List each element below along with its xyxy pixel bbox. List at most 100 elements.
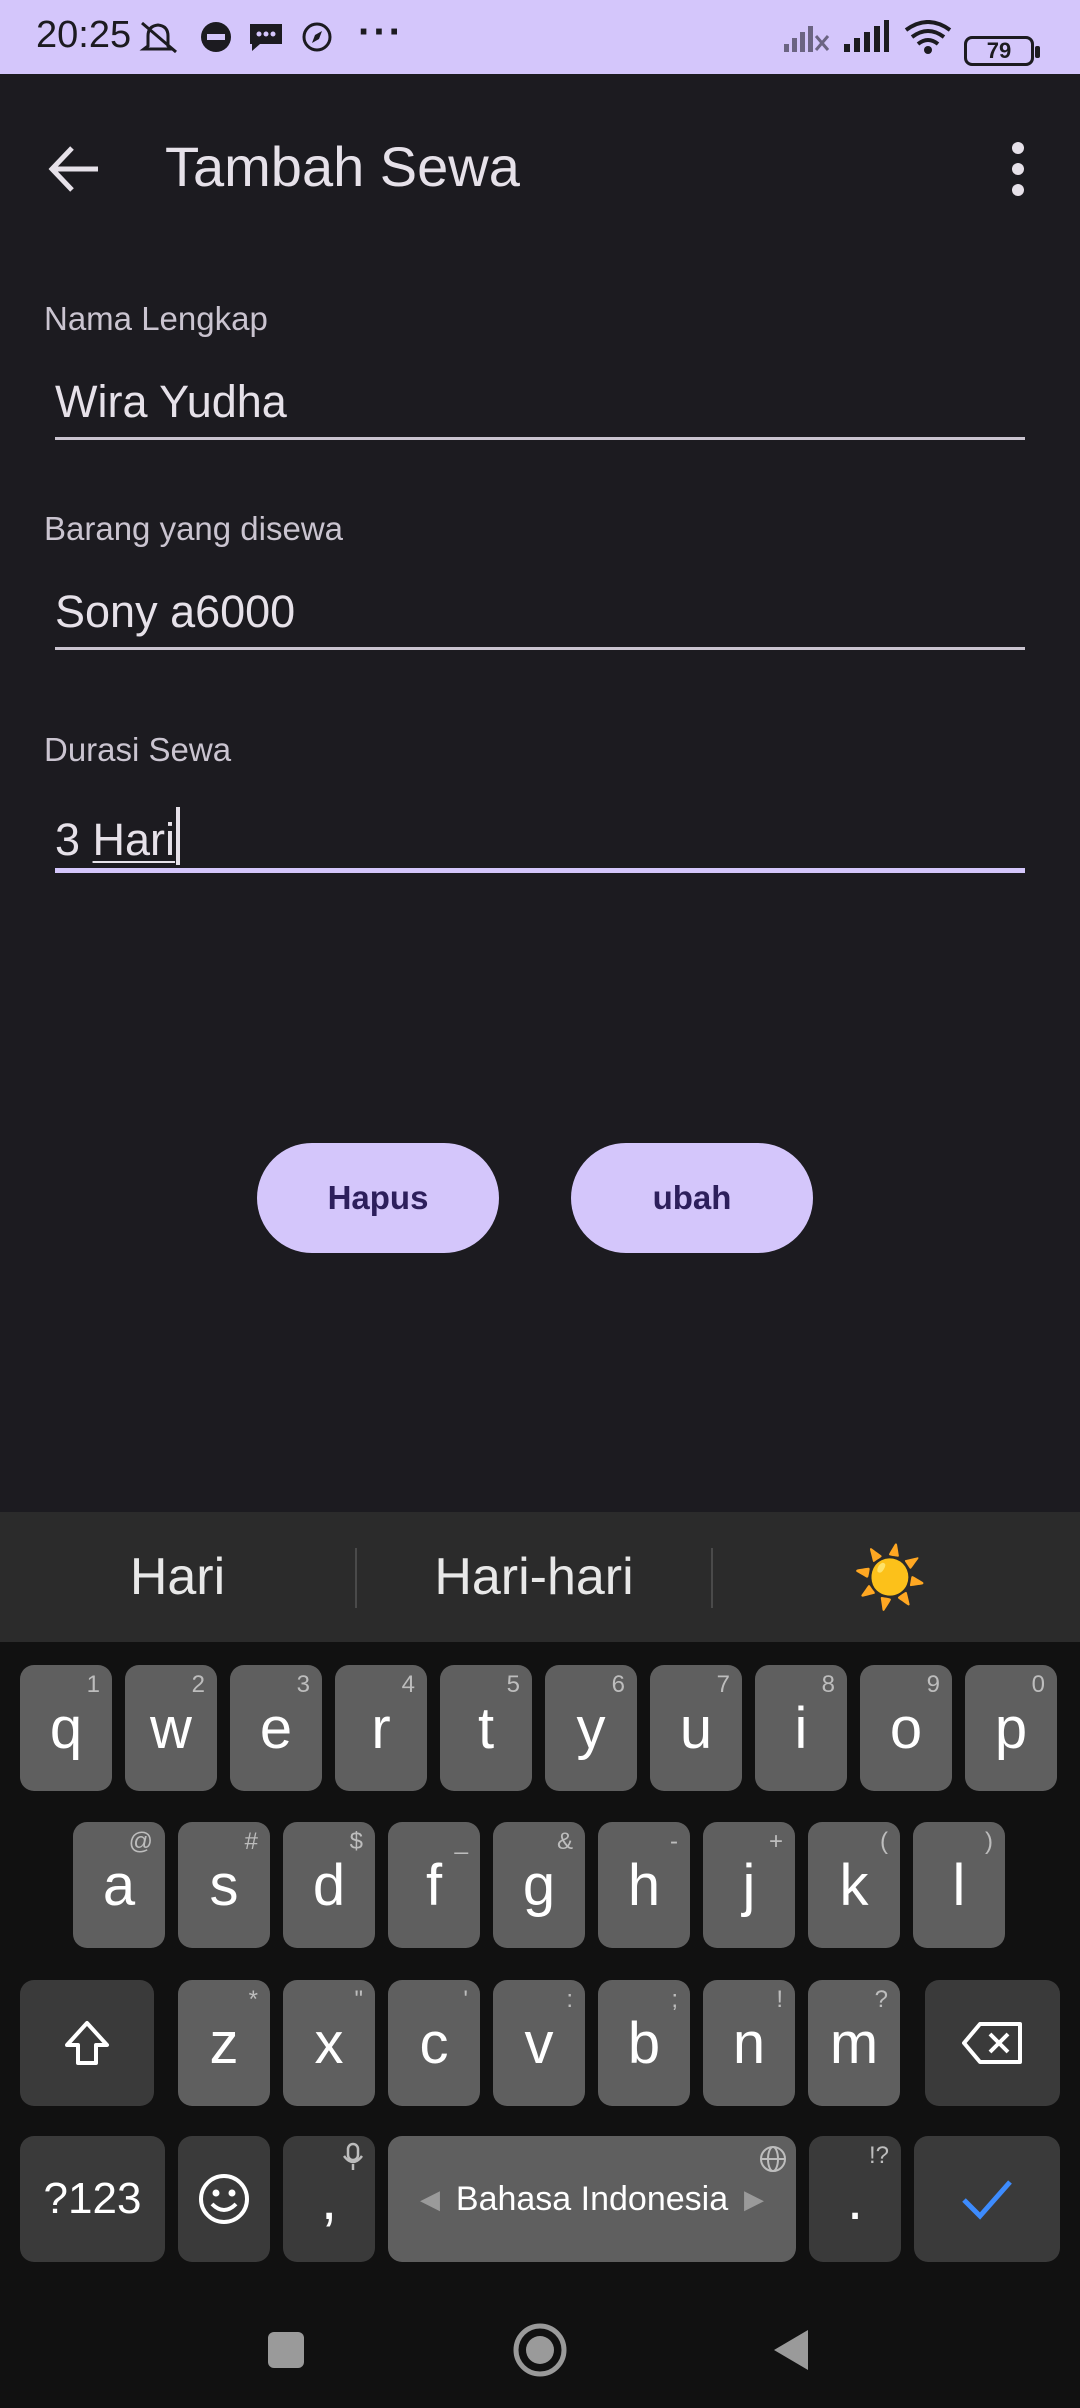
key-label: r (371, 1695, 391, 1761)
key-label: j (742, 1852, 756, 1918)
key-q[interactable]: 1q (20, 1665, 112, 1791)
key-label: s (209, 1852, 239, 1918)
key-hint: ! (776, 1986, 783, 2013)
key-label: i (794, 1695, 808, 1761)
update-button[interactable]: ubah (571, 1143, 813, 1253)
duration-value-prefix: 3 (55, 814, 93, 865)
key-n[interactable]: ! n (703, 1980, 795, 2106)
suggestion-1[interactable]: Hari (0, 1512, 355, 1642)
microphone-icon (343, 2142, 363, 2170)
key-u[interactable]: 7u (650, 1665, 742, 1791)
key-e[interactable]: 3e (230, 1665, 322, 1791)
key-hint: & (556, 1828, 573, 1855)
item-field-label: Barang yang disewa (44, 510, 344, 547)
key-label: n (732, 2010, 766, 2076)
key-label: u (679, 1695, 713, 1761)
key-i[interactable]: 8i (755, 1665, 847, 1791)
page-title: Tambah Sewa (165, 135, 520, 198)
key-label: b (627, 2010, 661, 2076)
screen: 20:25 ··· 79 Tambah Sewa Nama Lengkap Wi… (0, 0, 1080, 2408)
key-y[interactable]: 6y (545, 1665, 637, 1791)
sun-emoji-suggestion[interactable]: ☀️ (713, 1512, 1067, 1642)
item-field-value[interactable]: Sony a6000 (55, 586, 295, 638)
comma-label: , (320, 2166, 338, 2232)
name-field[interactable]: Nama Lengkap Wira Yudha (44, 300, 1036, 450)
key-w[interactable]: 2w (125, 1665, 217, 1791)
period-label: . (846, 2166, 864, 2232)
key-hint: @ (128, 1828, 153, 1855)
key-hint: " (354, 1986, 363, 2013)
keyboard: Hari Hari-hari ☀️ 1q2w3e4r5t6y7u8i9o0p @… (0, 1512, 1080, 2408)
key-l[interactable]: ) l (913, 1822, 1005, 1948)
key-hint: 2 (191, 1671, 205, 1698)
period-key[interactable]: . !? (809, 2136, 901, 2262)
key-label: q (49, 1695, 83, 1761)
emoji-key[interactable] (178, 2136, 270, 2262)
signal-weak-icon (784, 26, 830, 52)
done-key[interactable] (914, 2136, 1060, 2262)
space-key[interactable]: ◀ Bahasa Indonesia ▶ (388, 2136, 796, 2262)
arrow-left-icon[interactable] (40, 134, 110, 204)
status-bar: 20:25 ··· 79 (0, 0, 1080, 74)
key-s[interactable]: # s (178, 1822, 270, 1948)
smiley-icon (199, 2174, 249, 2224)
duration-value-composing-word: Hari (92, 814, 176, 865)
key-label: l (952, 1852, 966, 1918)
key-hint: ? (874, 1986, 888, 2013)
key-label: z (209, 2010, 239, 2076)
shift-key[interactable] (20, 1980, 154, 2106)
key-j[interactable]: + j (703, 1822, 795, 1948)
key-k[interactable]: (k (808, 1822, 900, 1948)
key-p[interactable]: 0p (965, 1665, 1057, 1791)
delete-button[interactable]: Hapus (257, 1143, 499, 1253)
suggestion-2[interactable]: Hari-hari (357, 1512, 711, 1642)
key-label: a (102, 1852, 136, 1918)
key-o[interactable]: 9o (860, 1665, 952, 1791)
key-label: c (419, 2010, 449, 2076)
key-hint: $ (349, 1828, 363, 1855)
comma-key[interactable]: , (283, 2136, 375, 2262)
key-r[interactable]: 4r (335, 1665, 427, 1791)
key-z[interactable]: * z (178, 1980, 270, 2106)
key-g[interactable]: & g (493, 1822, 585, 1948)
key-x[interactable]: " x (283, 1980, 375, 2106)
navigation-bar (0, 2292, 1080, 2408)
key-label: e (259, 1695, 293, 1761)
shift-icon (65, 2021, 109, 2065)
key-hint: ) (985, 1828, 993, 1855)
more-vert-icon[interactable] (990, 134, 1046, 204)
key-hint: - (670, 1828, 678, 1855)
key-label: y (576, 1695, 606, 1761)
key-f[interactable]: _ f (388, 1822, 480, 1948)
key-c[interactable]: ' c (388, 1980, 480, 2106)
key-hint: _ (454, 1828, 468, 1855)
key-label: w (150, 1695, 192, 1761)
key-label: v (524, 2010, 554, 2076)
symbols-key[interactable]: ?123 (20, 2136, 165, 2262)
space-language-label: Bahasa Indonesia (455, 2179, 729, 2218)
key-label: p (994, 1695, 1028, 1761)
key-v[interactable]: :v (493, 1980, 585, 2106)
name-field-value[interactable]: Wira Yudha (55, 376, 287, 428)
key-b[interactable]: ; b (598, 1980, 690, 2106)
period-hint: !? (868, 2142, 889, 2169)
key-hint: ; (671, 1986, 678, 2013)
key-label: t (477, 1695, 495, 1761)
backspace-key[interactable] (925, 1980, 1060, 2106)
key-t[interactable]: 5t (440, 1665, 532, 1791)
item-field[interactable]: Barang yang disewa Sony a6000 (44, 510, 1036, 660)
app-bar: Tambah Sewa (0, 74, 1080, 254)
key-d[interactable]: $ d (283, 1822, 375, 1948)
key-a[interactable]: @ a (73, 1822, 165, 1948)
key-h[interactable]: -h (598, 1822, 690, 1948)
recents-icon[interactable] (254, 2318, 318, 2382)
back-nav-icon[interactable] (760, 2318, 824, 2382)
duration-field-value[interactable]: 3 Hari (55, 807, 181, 866)
chevron-left-icon: ◀ (420, 2183, 440, 2214)
key-m[interactable]: ? m (808, 1980, 900, 2106)
home-icon[interactable] (508, 2318, 572, 2382)
duration-field[interactable]: Durasi Sewa 3 Hari (44, 731, 1036, 881)
key-hint: # (244, 1828, 258, 1855)
key-label: m (829, 2010, 879, 2076)
key-hint: ' (463, 1986, 468, 2013)
